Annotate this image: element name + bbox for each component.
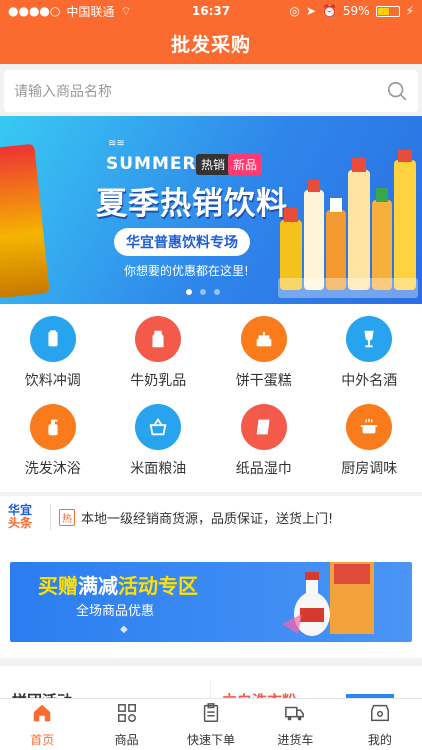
- banner-headline: 夏季热销饮料: [96, 186, 288, 222]
- search-placeholder: 请输入商品名称: [14, 84, 112, 100]
- category-label: 厨房调味: [341, 461, 398, 477]
- tab-label: 进货车: [277, 732, 314, 747]
- carousel-dot[interactable]: [200, 289, 206, 295]
- carousel-dot[interactable]: [214, 289, 220, 295]
- nav-bar: 批发采购: [0, 22, 422, 64]
- tab-bar: 首页 商品 快速下单 进货车 我的: [0, 698, 422, 750]
- hot-badge: 热: [59, 508, 75, 526]
- wine-glass-icon: [346, 316, 393, 362]
- battery-fill: [377, 7, 390, 15]
- lock-rotation-icon: ◎: [289, 4, 300, 18]
- cake-icon: [240, 316, 287, 362]
- store-icon: [369, 702, 391, 728]
- carrier-label: 中国联通: [66, 4, 115, 19]
- category-label: 米面粮油: [130, 461, 187, 477]
- category-label: 牛奶乳品: [130, 373, 187, 389]
- banner-subtitle: 你想要的优惠都在这里!: [124, 264, 249, 278]
- category-item[interactable]: 厨房调味: [317, 404, 422, 492]
- tab-home[interactable]: 首页: [0, 699, 84, 750]
- tab-label: 我的: [367, 732, 392, 747]
- banner-new-tag: 新品: [228, 154, 263, 175]
- category-grid: 饮料冲调 牛奶乳品 饼干蛋糕 中外名酒洗发沐浴 米面粮油 纸品湿巾 厨房调味: [0, 304, 422, 492]
- news-logo: 华宜 头条: [8, 504, 42, 530]
- tab-truck[interactable]: 进货车: [253, 699, 337, 750]
- shampoo-icon: [29, 404, 76, 450]
- drink-bottles-image: [278, 150, 418, 298]
- banner-hot-tag: 热销: [196, 154, 231, 175]
- charging-icon: ⚡: [405, 4, 414, 18]
- search-input[interactable]: 请输入商品名称: [4, 70, 418, 112]
- grid-icon: [116, 702, 138, 728]
- search-icon[interactable]: [386, 80, 408, 102]
- category-label: 洗发沐浴: [24, 461, 81, 477]
- milk-icon: [135, 316, 182, 362]
- truck-icon: [284, 702, 306, 728]
- category-label: 纸品湿巾: [235, 461, 292, 477]
- promo-title: 买赠满减活动专区: [38, 570, 198, 599]
- search-area: 请输入商品名称: [0, 64, 422, 116]
- liquor-gift-image: [282, 562, 374, 636]
- battery-percent: 59%: [342, 4, 370, 18]
- category-item[interactable]: 洗发沐浴: [0, 404, 106, 492]
- divider: [50, 504, 51, 530]
- tab-label: 快速下单: [187, 732, 236, 747]
- promo-card[interactable]: 买赠满减活动专区 全场商品优惠 ◆: [10, 562, 412, 642]
- alarm-icon: ⏰: [321, 4, 337, 18]
- snack-bag-image: [0, 143, 50, 299]
- tab-store[interactable]: 我的: [338, 699, 422, 750]
- tab-clipboard[interactable]: 快速下单: [169, 699, 253, 750]
- category-item[interactable]: 纸品湿巾: [211, 404, 317, 492]
- banner-pill: 华宜普惠饮料专场: [114, 228, 250, 256]
- category-item[interactable]: 饼干蛋糕: [211, 316, 317, 404]
- battery-icon: [375, 5, 400, 17]
- signal-icon: ●●●●○: [8, 4, 61, 18]
- news-ticker[interactable]: 华宜 头条 热 本地一级经销商货源，品质保证，送货上门!: [0, 496, 422, 538]
- category-label: 中外名酒: [341, 373, 398, 389]
- carousel-dots[interactable]: [186, 289, 220, 295]
- tab-label: 首页: [30, 732, 55, 747]
- news-logo-line2: 头条: [8, 516, 33, 530]
- banner-summer-text: SUMMER: [106, 154, 197, 174]
- tab-label: 商品: [114, 732, 139, 747]
- category-item[interactable]: 饮料冲调: [0, 316, 106, 404]
- clock: 16:37: [191, 4, 231, 18]
- carousel-dot[interactable]: [186, 289, 192, 295]
- home-icon: [31, 702, 53, 728]
- promo-subtitle: 全场商品优惠: [76, 604, 155, 619]
- wifi-icon: ⌔: [120, 3, 132, 18]
- category-item[interactable]: 中外名酒: [317, 316, 422, 404]
- promo-title-a: 买赠: [38, 574, 78, 598]
- category-item[interactable]: 米面粮油: [106, 404, 212, 492]
- promo-title-b: 满减: [78, 574, 118, 598]
- category-label: 饮料冲调: [24, 373, 81, 389]
- wave-decoration: ≋≋: [108, 138, 125, 149]
- location-icon: ➤: [305, 4, 316, 18]
- can-icon: [29, 316, 76, 362]
- category-label: 饼干蛋糕: [235, 373, 292, 389]
- category-item[interactable]: 牛奶乳品: [106, 316, 212, 404]
- pot-icon: [346, 404, 393, 450]
- promo-section: 买赠满减活动专区 全场商品优惠 ◆: [0, 538, 422, 658]
- promo-title-c: 活动专区: [118, 574, 198, 598]
- diamond-icon: ◆: [120, 624, 128, 635]
- basket-icon: [135, 404, 182, 450]
- news-text: 本地一级经销商货源，品质保证，送货上门!: [81, 511, 334, 527]
- tissue-icon: [240, 404, 287, 450]
- status-bar: ●●●●○ 中国联通 ⌔ 16:37 ◎ ➤ ⏰ 59% ⚡: [0, 0, 422, 22]
- clipboard-icon: [200, 702, 222, 728]
- promo-banner[interactable]: ≋≋ SUMMER 热销 新品 夏季热销饮料 华宜普惠饮料专场 你想要的优惠都在…: [0, 116, 422, 304]
- tab-grid[interactable]: 商品: [84, 699, 168, 750]
- page-title: 批发采购: [170, 33, 251, 56]
